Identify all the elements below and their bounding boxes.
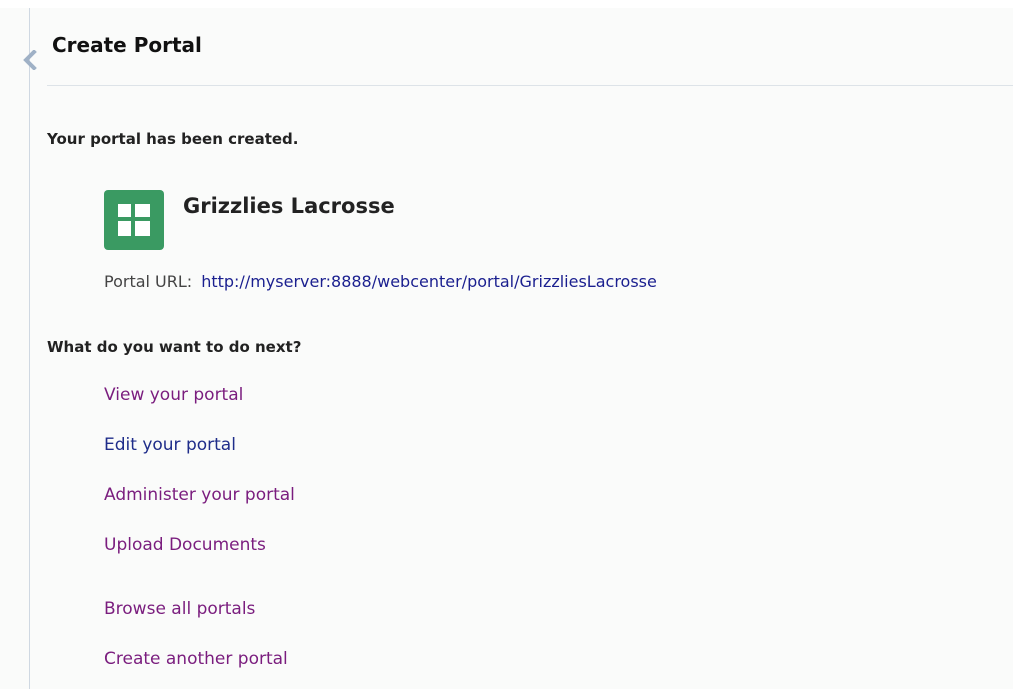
administer-portal-link[interactable]: Administer your portal (104, 485, 295, 505)
create-another-portal-link[interactable]: Create another portal (104, 649, 288, 669)
edit-portal-link[interactable]: Edit your portal (104, 435, 236, 455)
page-title: Create Portal (52, 33, 202, 57)
portal-tiles-icon (104, 190, 164, 250)
portal-url-row: Portal URL: http://myserver:8888/webcente… (104, 272, 657, 291)
browse-portals-link[interactable]: Browse all portals (104, 599, 255, 619)
title-divider (47, 85, 1013, 86)
portal-url-label: Portal URL: (104, 272, 193, 291)
created-message: Your portal has been created. (47, 130, 299, 148)
upload-documents-link[interactable]: Upload Documents (104, 535, 266, 555)
chevron-left-icon[interactable] (22, 50, 38, 70)
view-portal-link[interactable]: View your portal (104, 385, 243, 405)
portal-name: Grizzlies Lacrosse (183, 194, 395, 218)
left-divider (29, 8, 30, 689)
next-steps-heading: What do you want to do next? (47, 338, 302, 356)
portal-url-link[interactable]: http://myserver:8888/webcenter/portal/Gr… (201, 272, 657, 291)
